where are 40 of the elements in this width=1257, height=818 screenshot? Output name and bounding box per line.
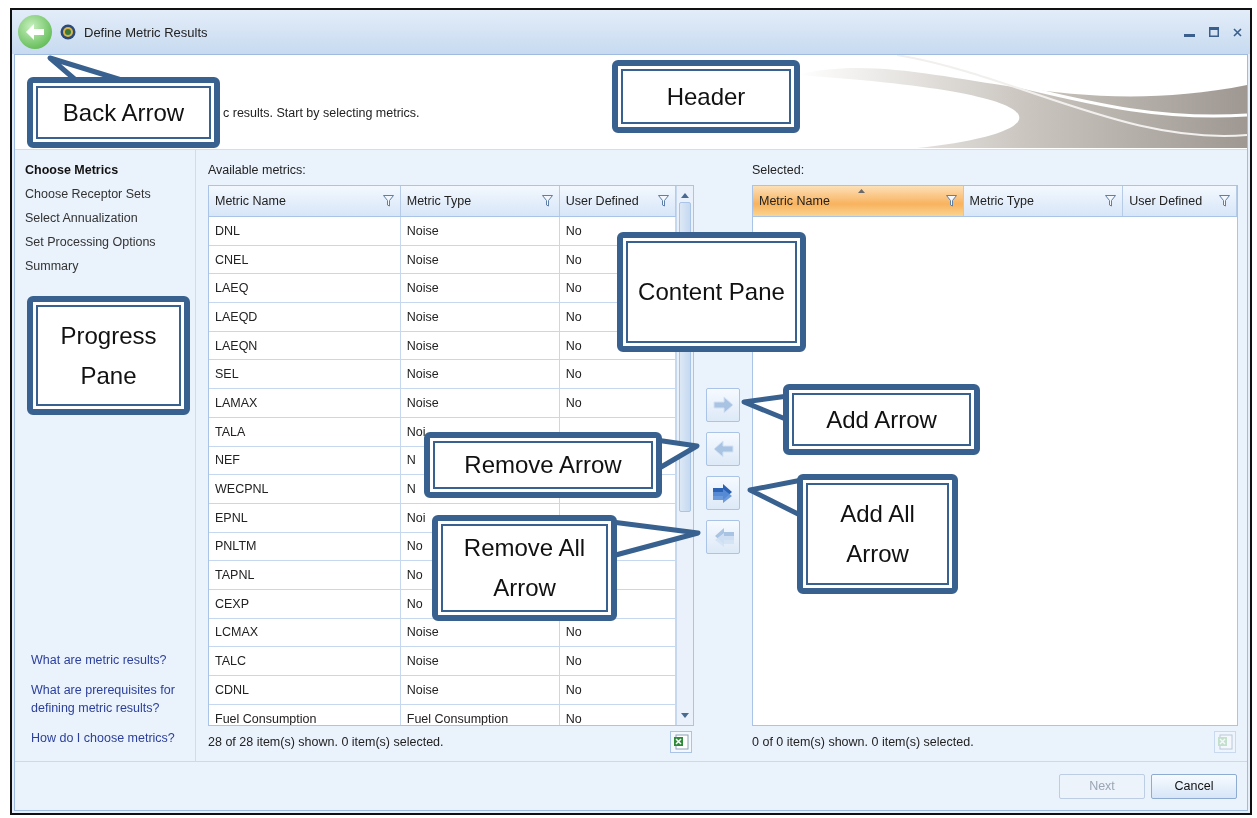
table-cell: NEF [209,446,401,476]
table-cell: TALA [209,417,401,447]
table-cell: LAEQD [209,303,401,332]
table-cell: PNLTM [209,532,401,562]
table-cell: EPNL [209,503,401,533]
table-cell: CNEL [209,245,401,275]
annotation-callout: Header [612,60,800,133]
annotation-callout: Add Arrow [783,384,980,455]
table-cell: Noise [400,676,560,705]
table-cell: Noise [400,245,560,275]
table-cell: Noise [400,360,560,390]
table-cell: TAPNL [209,561,401,590]
annotation-callout: Progress Pane [27,296,190,415]
table-cell: Noise [400,274,560,304]
annotation-callout: Add All Arrow [797,474,958,594]
table-cell: CDNL [209,676,401,705]
table-cell: LAEQ [209,274,401,304]
table-cell: SEL [209,360,401,390]
annotation-callout: Content Pane [617,232,806,352]
table-cell: Fuel Consumption [400,704,560,725]
table-cell: LAMAX [209,389,401,418]
table-cell: TALC [209,647,401,676]
header-description: c results. Start by selecting metrics. [223,106,420,120]
available-metrics-label: Available metrics: [208,163,307,177]
table-cell: Noise [400,303,560,332]
window-title: Define Metric Results [84,24,208,40]
table-cell: DNL [209,217,401,246]
table-cell: Noise [400,647,560,676]
table-cell: Noise [400,389,560,418]
table-cell: LCMAX [209,618,401,648]
table-cell: WECPNL [209,475,401,504]
item-count-status: 28 of 28 item(s) shown. 0 item(s) selected. [208,735,444,749]
table-cell: Noise [400,331,560,361]
annotation-callout: Remove All Arrow [432,515,617,621]
table-cell: LAEQN [209,331,401,361]
table-cell: Fuel Consumption [209,704,401,725]
item-count-status: 0 of 0 item(s) shown. 0 item(s) selected. [752,735,974,749]
table-cell: CEXP [209,589,401,619]
table-cell: Noise [400,217,560,246]
selected-metrics-label: Selected: [752,163,806,177]
